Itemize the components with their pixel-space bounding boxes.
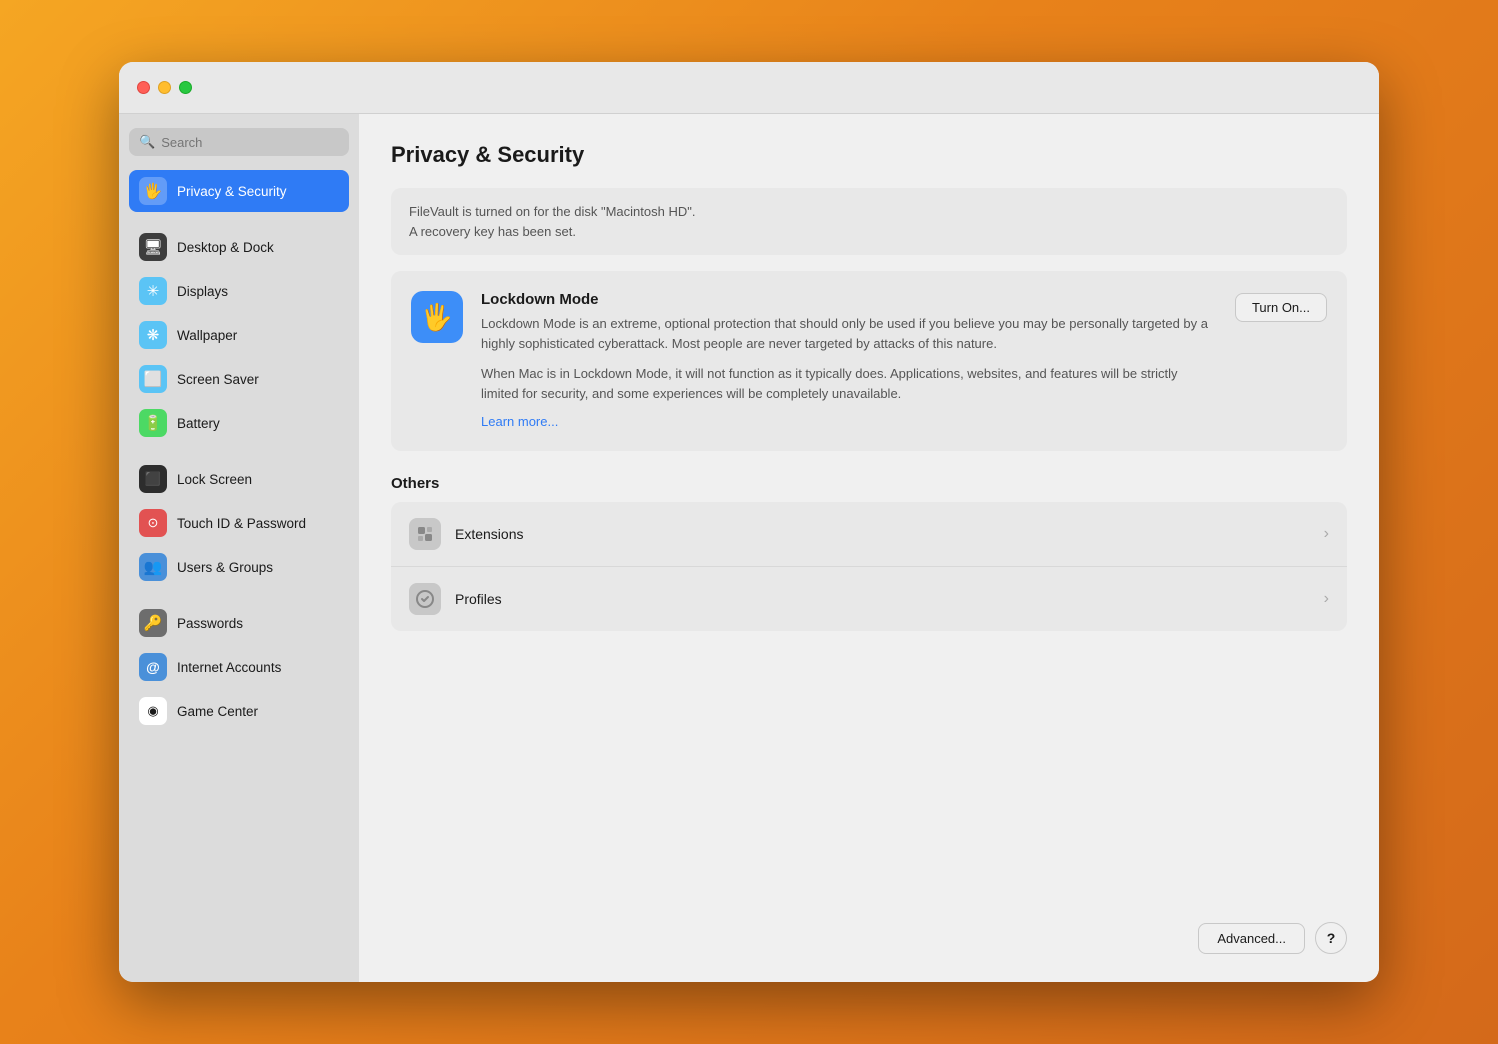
sidebar-item-label-touchid: Touch ID & Password: [177, 516, 306, 531]
sidebar-item-screen-saver[interactable]: ⬜ Screen Saver: [129, 358, 349, 400]
sidebar-item-touchid[interactable]: ⊙ Touch ID & Password: [129, 502, 349, 544]
sidebar-divider-2: [129, 446, 349, 456]
sidebar-item-icon-privacy-security: 🖐: [139, 177, 167, 205]
lockdown-mode-card: 🖐 Lockdown Mode Lockdown Mode is an extr…: [391, 271, 1347, 451]
sidebar-item-icon-game-center: ◉: [139, 697, 167, 725]
sidebar-item-icon-desktop-dock: 🖥: [139, 233, 167, 261]
extensions-icon: [409, 518, 441, 550]
filevault-notice: FileVault is turned on for the disk "Mac…: [391, 188, 1347, 255]
sidebar-item-label-desktop-dock: Desktop & Dock: [177, 240, 274, 255]
profiles-label: Profiles: [455, 591, 1310, 607]
minimize-button[interactable]: [158, 81, 171, 94]
sidebar-item-label-displays: Displays: [177, 284, 228, 299]
sidebar-item-label-users-groups: Users & Groups: [177, 560, 273, 575]
extensions-chevron: ›: [1324, 525, 1329, 543]
sidebar-item-lock-screen[interactable]: ⬛ Lock Screen: [129, 458, 349, 500]
others-list: Extensions › Profiles ›: [391, 502, 1347, 631]
sidebar-item-desktop-dock[interactable]: 🖥 Desktop & Dock: [129, 226, 349, 268]
filevault-text: FileVault is turned on for the disk "Mac…: [409, 204, 695, 239]
sidebar-item-privacy-security[interactable]: 🖐 Privacy & Security: [129, 170, 349, 212]
sidebar-item-icon-displays: ✳: [139, 277, 167, 305]
sidebar-item-wallpaper[interactable]: ❋ Wallpaper: [129, 314, 349, 356]
learn-more-link[interactable]: Learn more...: [481, 414, 558, 429]
sidebar-item-game-center[interactable]: ◉ Game Center: [129, 690, 349, 732]
profiles-icon: [409, 583, 441, 615]
sidebar-item-displays[interactable]: ✳ Displays: [129, 270, 349, 312]
lockdown-mode-desc1: Lockdown Mode is an extreme, optional pr…: [481, 314, 1217, 354]
sidebar-item-label-lock-screen: Lock Screen: [177, 472, 252, 487]
sidebar-item-label-battery: Battery: [177, 416, 220, 431]
sidebar-item-label-internet-accounts: Internet Accounts: [177, 660, 281, 675]
sidebar-item-icon-touchid: ⊙: [139, 509, 167, 537]
main-content: Privacy & Security FileVault is turned o…: [359, 114, 1379, 982]
sidebar-divider-3: [129, 590, 349, 600]
sidebar-item-label-privacy-security: Privacy & Security: [177, 184, 287, 199]
sidebar-item-battery[interactable]: 🔋 Battery: [129, 402, 349, 444]
sidebar-item-users-groups[interactable]: 👥 Users & Groups: [129, 546, 349, 588]
sidebar-item-label-screen-saver: Screen Saver: [177, 372, 259, 387]
sidebar-item-icon-lock-screen: ⬛: [139, 465, 167, 493]
app-window: 🔍 🖐 Privacy & Security 🖥 Desktop & Dock …: [119, 62, 1379, 982]
sidebar-item-icon-users-groups: 👥: [139, 553, 167, 581]
lockdown-mode-text: Lockdown Mode Lockdown Mode is an extrem…: [481, 291, 1217, 431]
sidebar-item-passwords[interactable]: 🔑 Passwords: [129, 602, 349, 644]
sidebar-item-icon-wallpaper: ❋: [139, 321, 167, 349]
lockdown-mode-icon: 🖐: [411, 291, 463, 343]
profiles-row[interactable]: Profiles ›: [391, 567, 1347, 631]
sidebar-item-icon-passwords: 🔑: [139, 609, 167, 637]
search-bar[interactable]: 🔍: [129, 128, 349, 156]
titlebar: [119, 62, 1379, 114]
help-button[interactable]: ?: [1315, 922, 1347, 954]
sidebar-item-icon-internet-accounts: @: [139, 653, 167, 681]
extensions-row[interactable]: Extensions ›: [391, 502, 1347, 567]
turn-on-button[interactable]: Turn On...: [1235, 293, 1327, 322]
lockdown-mode-desc2: When Mac is in Lockdown Mode, it will no…: [481, 364, 1217, 404]
sidebar-item-internet-accounts[interactable]: @ Internet Accounts: [129, 646, 349, 688]
sidebar-item-label-passwords: Passwords: [177, 616, 243, 631]
traffic-lights: [137, 81, 192, 94]
sidebar-item-label-game-center: Game Center: [177, 704, 258, 719]
profiles-chevron: ›: [1324, 590, 1329, 608]
content-area: 🔍 🖐 Privacy & Security 🖥 Desktop & Dock …: [119, 114, 1379, 982]
maximize-button[interactable]: [179, 81, 192, 94]
advanced-button[interactable]: Advanced...: [1198, 923, 1305, 954]
close-button[interactable]: [137, 81, 150, 94]
page-title: Privacy & Security: [391, 142, 1347, 168]
bottom-bar: Advanced... ?: [391, 906, 1347, 954]
extensions-label: Extensions: [455, 526, 1310, 542]
sidebar-item-icon-battery: 🔋: [139, 409, 167, 437]
others-section-label: Others: [391, 475, 1347, 492]
sidebar-item-label-wallpaper: Wallpaper: [177, 328, 237, 343]
search-input[interactable]: [161, 135, 339, 150]
sidebar: 🔍 🖐 Privacy & Security 🖥 Desktop & Dock …: [119, 114, 359, 982]
lockdown-mode-title: Lockdown Mode: [481, 291, 1217, 308]
search-icon: 🔍: [139, 134, 155, 150]
sidebar-item-icon-screen-saver: ⬜: [139, 365, 167, 393]
sidebar-divider-1: [129, 214, 349, 224]
